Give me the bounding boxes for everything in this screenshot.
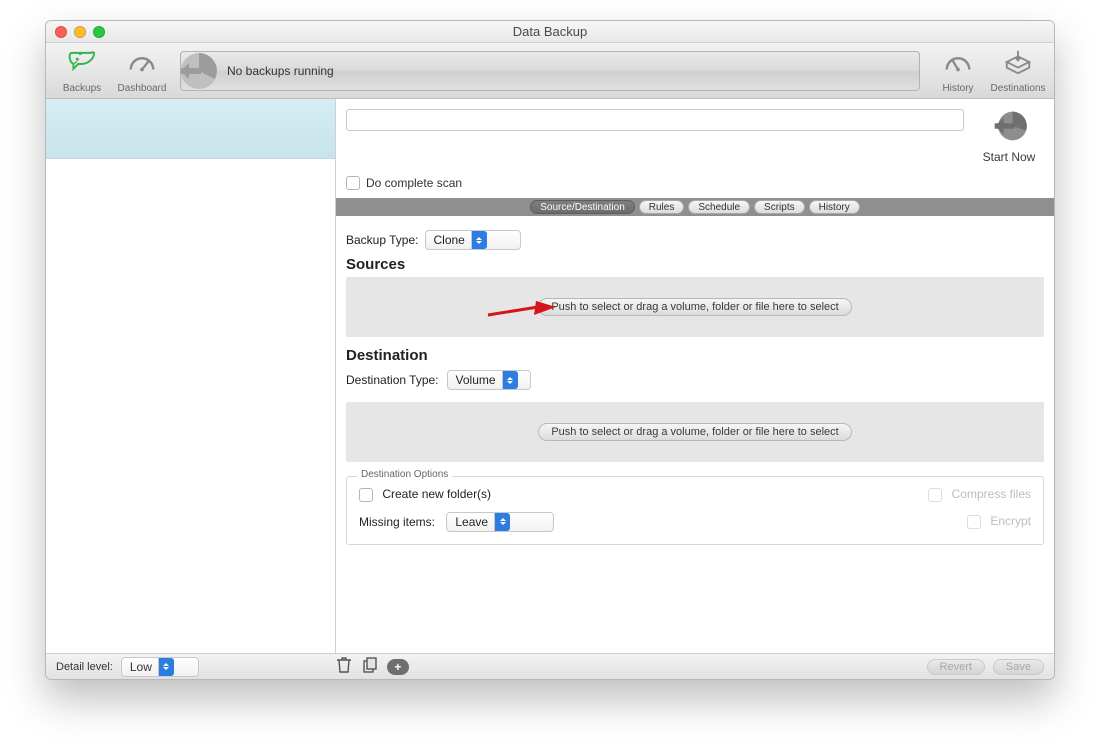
sources-dropzone[interactable]: Push to select or drag a volume, folder … bbox=[346, 277, 1044, 337]
destination-type-select[interactable]: Volume bbox=[447, 370, 531, 390]
tab-schedule[interactable]: Schedule bbox=[688, 200, 750, 214]
select-stepper-icon bbox=[502, 371, 518, 389]
duplicate-button[interactable] bbox=[361, 658, 379, 676]
missing-items-label: Missing items: bbox=[359, 515, 435, 529]
plus-icon: + bbox=[394, 660, 401, 674]
dashboard-label: Dashboard bbox=[118, 83, 167, 94]
complete-scan-checkbox[interactable] bbox=[346, 176, 360, 190]
toolbar: Backups Dashboard No backups running His… bbox=[46, 43, 1054, 99]
box-arrow-icon bbox=[1003, 48, 1033, 81]
destination-heading: Destination bbox=[346, 347, 1044, 364]
app-window: Data Backup Backups Dashboard No backups… bbox=[45, 20, 1055, 680]
tab-rules[interactable]: Rules bbox=[639, 200, 685, 214]
backups-label: Backups bbox=[63, 83, 101, 94]
backup-type-value: Clone bbox=[434, 233, 465, 247]
gauge-icon bbox=[943, 48, 973, 81]
fullscreen-window-button[interactable] bbox=[93, 26, 105, 38]
start-now-button[interactable]: Start Now bbox=[974, 109, 1044, 164]
backup-type-label: Backup Type: bbox=[346, 233, 419, 247]
progress-pie-icon bbox=[180, 51, 221, 91]
history-label: History bbox=[942, 83, 973, 94]
select-stepper-icon bbox=[494, 513, 510, 531]
window-controls bbox=[55, 26, 105, 38]
add-button[interactable]: + bbox=[387, 659, 409, 675]
encrypt-label: Encrypt bbox=[990, 514, 1031, 528]
missing-items-value: Leave bbox=[455, 515, 488, 529]
tab-history[interactable]: History bbox=[809, 200, 860, 214]
trash-icon bbox=[337, 657, 351, 676]
tab-source-destination[interactable]: Source/Destination bbox=[530, 200, 635, 214]
body: Start Now Do complete scan Source/Destin… bbox=[46, 99, 1054, 653]
tab-strip: Source/Destination Rules Schedule Script… bbox=[336, 198, 1054, 216]
create-folders-label: Create new folder(s) bbox=[382, 487, 491, 501]
status-box: No backups running bbox=[180, 51, 920, 91]
destination-type-value: Volume bbox=[456, 373, 496, 387]
complete-scan-label: Do complete scan bbox=[366, 176, 462, 190]
encrypt-checkbox bbox=[967, 515, 981, 529]
destination-type-label: Destination Type: bbox=[346, 373, 439, 387]
create-folders-checkbox[interactable] bbox=[359, 488, 373, 502]
destinations-toolbar-button[interactable]: Destinations bbox=[990, 48, 1046, 94]
history-toolbar-button[interactable]: History bbox=[930, 48, 986, 94]
backup-name-input[interactable] bbox=[346, 109, 964, 131]
gauge-icon bbox=[127, 48, 157, 81]
detail-level-value: Low bbox=[130, 660, 152, 674]
status-text: No backups running bbox=[227, 64, 334, 78]
tab-scripts[interactable]: Scripts bbox=[754, 200, 805, 214]
minimize-window-button[interactable] bbox=[74, 26, 86, 38]
close-window-button[interactable] bbox=[55, 26, 67, 38]
select-stepper-icon bbox=[158, 658, 174, 676]
sidebar bbox=[46, 99, 336, 653]
start-now-label: Start Now bbox=[983, 150, 1036, 164]
detail-level-label: Detail level: bbox=[56, 661, 113, 673]
destination-options-legend: Destination Options bbox=[357, 469, 452, 480]
start-arrow-icon bbox=[989, 109, 1029, 148]
sidebar-selected-item[interactable] bbox=[46, 99, 335, 159]
backups-toolbar-button[interactable]: Backups bbox=[54, 48, 110, 94]
titlebar: Data Backup bbox=[46, 21, 1054, 43]
save-button[interactable]: Save bbox=[993, 659, 1044, 675]
destination-push-button[interactable]: Push to select or drag a volume, folder … bbox=[538, 423, 851, 441]
destination-options-group: Destination Options Create new folder(s)… bbox=[346, 476, 1044, 545]
select-stepper-icon bbox=[471, 231, 487, 249]
dashboard-toolbar-button[interactable]: Dashboard bbox=[114, 48, 170, 94]
sources-heading: Sources bbox=[346, 256, 1044, 273]
compress-files-checkbox bbox=[928, 488, 942, 502]
missing-items-select[interactable]: Leave bbox=[446, 512, 554, 532]
revert-button[interactable]: Revert bbox=[927, 659, 985, 675]
delete-button[interactable] bbox=[335, 658, 353, 676]
content: Backup Type: Clone Sources Push to selec… bbox=[336, 216, 1054, 653]
detail-level-select[interactable]: Low bbox=[121, 657, 199, 677]
bottom-bar: Detail level: Low + Revert Save bbox=[46, 653, 1054, 679]
main-panel: Start Now Do complete scan Source/Destin… bbox=[336, 99, 1054, 653]
backup-type-select[interactable]: Clone bbox=[425, 230, 521, 250]
copy-icon bbox=[362, 657, 378, 676]
destination-dropzone[interactable]: Push to select or drag a volume, folder … bbox=[346, 402, 1044, 462]
speech-bubble-icon bbox=[67, 48, 97, 81]
destinations-label: Destinations bbox=[990, 83, 1045, 94]
sources-push-button[interactable]: Push to select or drag a volume, folder … bbox=[538, 298, 851, 316]
compress-files-label: Compress files bbox=[952, 487, 1031, 501]
window-title: Data Backup bbox=[46, 24, 1054, 39]
